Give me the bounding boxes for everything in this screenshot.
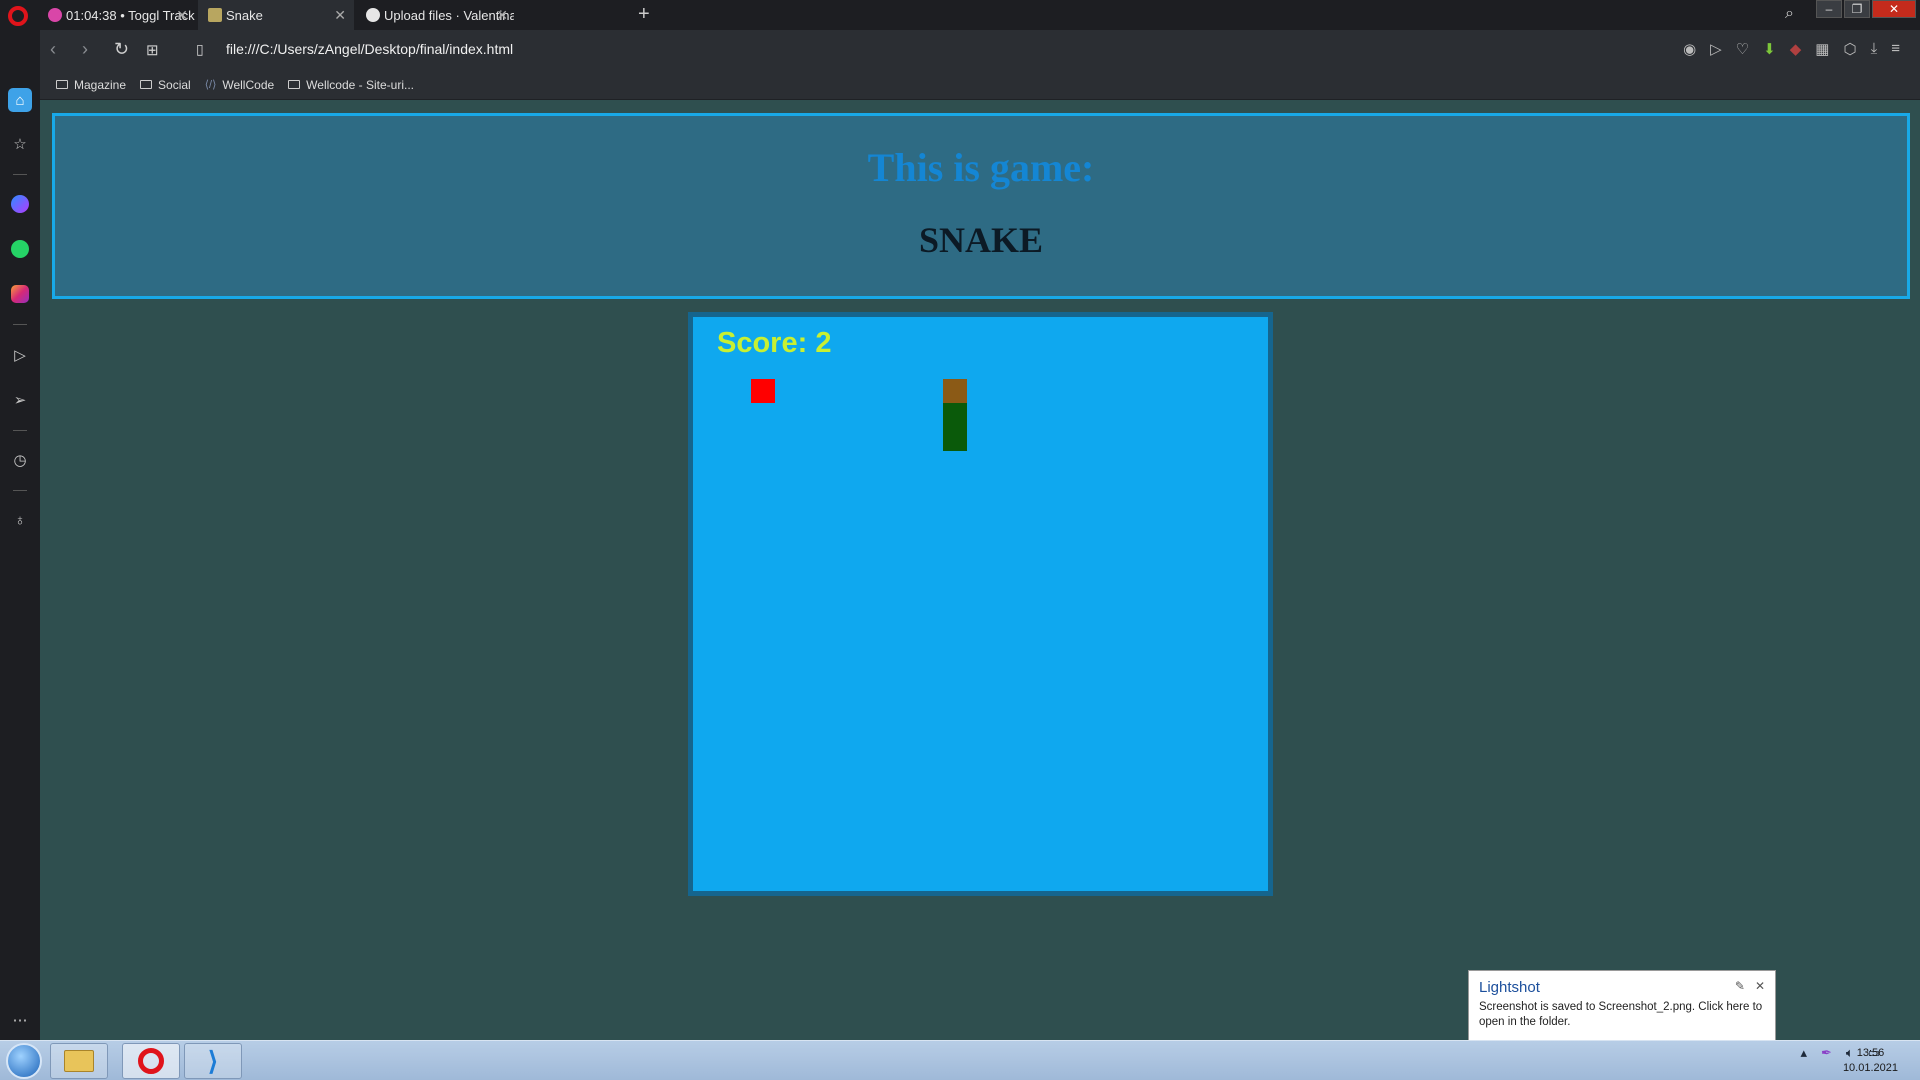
- heart-icon[interactable]: ♡: [1736, 40, 1749, 58]
- lightbulb-icon[interactable]: ♁: [8, 508, 32, 532]
- url-field[interactable]: file:///C:/Users/zAngel/Desktop/final/in…: [226, 41, 513, 57]
- clock[interactable]: 13:56 10.01.2021: [1843, 1046, 1898, 1076]
- close-window-button[interactable]: ✕: [1872, 0, 1916, 18]
- send-flow-icon[interactable]: ➢: [8, 388, 32, 412]
- send-icon[interactable]: ▷: [1710, 40, 1722, 58]
- instagram-icon[interactable]: [8, 282, 32, 306]
- tab-search-icon[interactable]: ⌕: [1785, 5, 1794, 23]
- messenger-icon[interactable]: [8, 192, 32, 216]
- sidebar-divider: [13, 430, 27, 431]
- player-icon[interactable]: ▷: [8, 343, 32, 367]
- bookmark-label: Magazine: [74, 77, 127, 92]
- close-icon[interactable]: ✕: [176, 7, 188, 24]
- cube-icon[interactable]: ⬡: [1843, 40, 1856, 58]
- folder-icon: [140, 80, 153, 89]
- sidebar-divider: [13, 490, 27, 491]
- opera-menu-icon[interactable]: [8, 6, 28, 26]
- home-icon[interactable]: ⌂: [8, 88, 32, 112]
- new-tab-button[interactable]: +: [638, 3, 650, 26]
- wellcode-icon: ⟨/⟩: [204, 79, 217, 91]
- folder-icon: [288, 80, 301, 89]
- close-icon[interactable]: ✕: [1755, 979, 1765, 993]
- clock-time: 13:56: [1856, 1047, 1885, 1059]
- window-controls: – ❐ ✕: [1816, 0, 1916, 18]
- github-icon: [366, 8, 380, 22]
- page-content: This is game: SNAKE Score: 2: [40, 101, 1920, 1040]
- download-icon[interactable]: ⤓: [1871, 40, 1878, 58]
- food-apple: [751, 379, 775, 403]
- tab-snake[interactable]: Snake ✕: [198, 0, 354, 30]
- vscode-taskbar-icon[interactable]: ⟩: [184, 1043, 242, 1079]
- bookmarks-bar: Magazine Social ⟨/⟩ WellCode Wellcode - S…: [40, 70, 1920, 100]
- forward-icon[interactable]: ›: [82, 39, 88, 60]
- opera-sidebar: ⌂ ☆ ▷ ➢ ◷ ♁ ⋯: [0, 30, 40, 1040]
- snake-favicon-icon: [208, 8, 222, 22]
- notification-controls: ✎ ✕: [1735, 979, 1765, 993]
- back-icon[interactable]: ‹: [50, 39, 56, 60]
- easy-setup-icon[interactable]: ≡: [1891, 40, 1900, 58]
- game-name: SNAKE: [918, 220, 1044, 260]
- camera-icon[interactable]: ◉: [1683, 40, 1696, 58]
- sidebar-divider: [13, 174, 27, 175]
- speed-dial-icon[interactable]: ☆: [8, 132, 32, 156]
- bookmark-wellcode-sites[interactable]: Wellcode - Site-uri...: [288, 78, 414, 92]
- folder-icon: [56, 80, 68, 89]
- tabs-overview-icon[interactable]: ⊞: [146, 41, 159, 59]
- whatsapp-icon[interactable]: [8, 237, 32, 261]
- bookmark-magazine[interactable]: Magazine: [56, 78, 126, 92]
- qr-icon[interactable]: ▦: [1815, 40, 1829, 58]
- page-title: This is game:: [867, 145, 1095, 190]
- extension-download-icon[interactable]: ⬇: [1763, 40, 1776, 58]
- lightshot-notification[interactable]: Lightshot Screenshot is saved to Screens…: [1468, 970, 1776, 1042]
- restore-button[interactable]: ❐: [1844, 0, 1870, 18]
- score-label: Score: 2: [717, 327, 832, 359]
- address-bar: ‹ › ↻ ⊞ ▯ file:///C:/Users/zAngel/Deskto…: [40, 30, 1920, 70]
- snake-body-segment: [943, 427, 967, 451]
- pin-icon[interactable]: ✎: [1735, 979, 1745, 993]
- toggl-icon: [48, 8, 62, 22]
- tab-label: Snake: [226, 7, 263, 23]
- windows-taskbar: ⟩ ▴ ✒ 🔈︎ ▭ 13:56 10.01.2021: [0, 1040, 1920, 1080]
- lightshot-tray-icon[interactable]: ✒: [1821, 1045, 1832, 1061]
- file-explorer-icon[interactable]: [50, 1043, 108, 1079]
- extension-icon[interactable]: ◆: [1790, 40, 1802, 58]
- more-icon[interactable]: ⋯: [8, 1008, 32, 1032]
- sidebar-divider: [13, 324, 27, 325]
- tab-github[interactable]: Upload files · Valentina987 ✕: [356, 0, 516, 30]
- show-hidden-icons-icon[interactable]: ▴: [1800, 1045, 1807, 1061]
- page-info-icon[interactable]: ▯: [196, 41, 204, 58]
- bookmark-label: Wellcode - Site-uri...: [306, 77, 414, 92]
- start-button[interactable]: [6, 1043, 42, 1079]
- game-header: This is game: SNAKE: [52, 113, 1910, 299]
- bookmark-label: WellCode: [222, 77, 275, 92]
- tab-label: Upload files · Valentina987: [384, 7, 514, 23]
- snake-head: [943, 379, 967, 403]
- reload-icon[interactable]: ↻: [114, 39, 129, 60]
- minimize-button[interactable]: –: [1816, 0, 1842, 18]
- snake-body-segment: [943, 403, 967, 427]
- notification-text[interactable]: Screenshot is saved to Screenshot_2.png.…: [1479, 1000, 1765, 1030]
- toolbar-icons: ◉ ▷ ♡ ⬇ ◆ ▦ ⬡ ⤓ ≡: [1683, 40, 1900, 58]
- bookmark-social[interactable]: Social: [140, 78, 191, 92]
- close-icon[interactable]: ✕: [334, 7, 346, 24]
- game-board[interactable]: Score: 2: [688, 312, 1273, 896]
- clock-date: 10.01.2021: [1842, 1062, 1898, 1074]
- notification-title: Lightshot: [1479, 979, 1540, 996]
- tab-strip: 01:04:38 • Toggl Track ✕ Snake ✕ Upload …: [0, 0, 1920, 30]
- close-icon[interactable]: ✕: [496, 7, 508, 24]
- history-icon[interactable]: ◷: [8, 448, 32, 472]
- bookmark-label: Social: [158, 77, 191, 92]
- bookmark-wellcode[interactable]: ⟨/⟩ WellCode: [205, 78, 274, 92]
- tab-toggl[interactable]: 01:04:38 • Toggl Track ✕: [38, 0, 196, 30]
- opera-taskbar-icon[interactable]: [122, 1043, 180, 1079]
